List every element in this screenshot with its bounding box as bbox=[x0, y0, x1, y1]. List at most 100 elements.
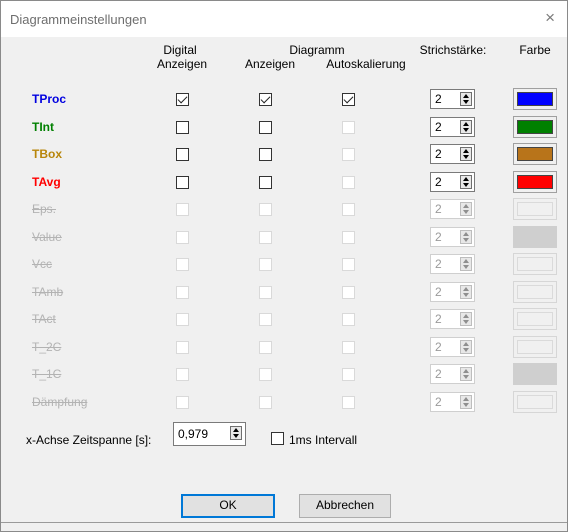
autoskalierung-checkbox[interactable] bbox=[342, 313, 355, 326]
color-swatch-button[interactable] bbox=[513, 308, 557, 330]
diagramm-anzeigen-checkbox[interactable] bbox=[259, 120, 272, 134]
spin-updown-icon[interactable] bbox=[460, 174, 472, 189]
digital-anzeigen-checkbox[interactable] bbox=[176, 93, 189, 106]
line-width-value[interactable]: 2 bbox=[435, 367, 442, 381]
autoskalierung-checkbox[interactable] bbox=[342, 203, 355, 216]
spin-updown-icon[interactable] bbox=[460, 119, 472, 134]
color-swatch-button[interactable] bbox=[513, 170, 557, 193]
digital-anzeigen-checkbox[interactable] bbox=[176, 203, 189, 216]
spin-updown-icon[interactable] bbox=[460, 284, 472, 299]
interval-1ms-checkbox[interactable] bbox=[271, 432, 284, 445]
line-width-stepper[interactable]: 2 bbox=[430, 281, 475, 302]
line-width-stepper[interactable]: 2 bbox=[430, 144, 475, 164]
spin-updown-icon[interactable] bbox=[230, 426, 242, 440]
color-swatch-button[interactable] bbox=[513, 363, 557, 385]
diagramm-anzeigen-checkbox[interactable] bbox=[259, 285, 272, 299]
spin-updown-icon[interactable] bbox=[460, 339, 472, 354]
zeitspanne-value[interactable]: 0,979 bbox=[178, 427, 208, 441]
zeitspanne-stepper[interactable]: 0,979 bbox=[173, 422, 246, 446]
autoskalierung-checkbox[interactable] bbox=[342, 230, 355, 244]
color-swatch-button[interactable] bbox=[513, 335, 557, 358]
line-width-value[interactable]: 2 bbox=[435, 285, 442, 299]
line-width-stepper[interactable]: 2 bbox=[430, 89, 475, 109]
diagramm-anzeigen-checkbox[interactable] bbox=[259, 368, 272, 381]
digital-anzeigen-checkbox[interactable] bbox=[176, 258, 189, 271]
color-swatch-button[interactable] bbox=[513, 225, 557, 248]
dialog-title: Diagrammeinstellungen bbox=[10, 12, 147, 27]
line-width-value[interactable]: 2 bbox=[435, 92, 442, 106]
line-width-value[interactable]: 2 bbox=[435, 395, 442, 409]
row-label: T_2C bbox=[32, 339, 62, 354]
autoskalierung-checkbox[interactable] bbox=[342, 120, 355, 134]
spin-updown-icon[interactable] bbox=[460, 257, 472, 271]
diagramm-anzeigen-checkbox[interactable] bbox=[259, 313, 272, 326]
line-width-stepper[interactable]: 2 bbox=[430, 171, 475, 192]
color-swatch-button[interactable] bbox=[513, 143, 557, 165]
spin-updown-icon[interactable] bbox=[460, 92, 472, 106]
autoskalierung-checkbox[interactable] bbox=[342, 175, 355, 189]
autoskalierung-checkbox[interactable] bbox=[342, 93, 355, 106]
color-swatch-button[interactable] bbox=[513, 390, 557, 413]
line-width-stepper[interactable]: 2 bbox=[430, 116, 475, 137]
diagramm-anzeigen-checkbox[interactable] bbox=[259, 230, 272, 244]
autoskalierung-checkbox[interactable] bbox=[342, 258, 355, 271]
spin-updown-icon[interactable] bbox=[460, 147, 472, 161]
diagramm-anzeigen-checkbox[interactable] bbox=[259, 93, 272, 106]
autoskalierung-checkbox[interactable] bbox=[342, 340, 355, 354]
autoskalierung-checkbox[interactable] bbox=[342, 285, 355, 299]
diagramm-anzeigen-checkbox[interactable] bbox=[259, 340, 272, 354]
autoskalierung-checkbox[interactable] bbox=[342, 148, 355, 161]
color-swatch-fill bbox=[517, 119, 553, 134]
settings-dialog: Diagrammeinstellungen × Digital Anzeigen… bbox=[0, 0, 568, 532]
line-width-stepper[interactable]: 2 bbox=[430, 199, 475, 219]
spin-updown-icon[interactable] bbox=[460, 202, 472, 216]
color-swatch-button[interactable] bbox=[513, 115, 557, 138]
line-width-stepper[interactable]: 2 bbox=[430, 336, 475, 357]
diagramm-anzeigen-checkbox[interactable] bbox=[259, 203, 272, 216]
interval-1ms-label: 1ms Intervall bbox=[289, 433, 358, 447]
digital-anzeigen-checkbox[interactable] bbox=[176, 313, 189, 326]
line-width-value[interactable]: 2 bbox=[435, 120, 442, 134]
line-width-value[interactable]: 2 bbox=[435, 202, 442, 216]
spin-updown-icon[interactable] bbox=[460, 367, 472, 381]
digital-anzeigen-checkbox[interactable] bbox=[176, 285, 189, 299]
autoskalierung-checkbox[interactable] bbox=[342, 395, 355, 409]
digital-anzeigen-checkbox[interactable] bbox=[176, 230, 189, 244]
digital-anzeigen-checkbox[interactable] bbox=[176, 368, 189, 381]
title-bar: Diagrammeinstellungen × bbox=[1, 1, 567, 37]
digital-anzeigen-checkbox[interactable] bbox=[176, 120, 189, 134]
close-icon[interactable]: × bbox=[545, 8, 555, 28]
line-width-stepper[interactable]: 2 bbox=[430, 309, 475, 329]
line-width-stepper[interactable]: 2 bbox=[430, 254, 475, 274]
spin-updown-icon[interactable] bbox=[460, 229, 472, 244]
digital-anzeigen-checkbox[interactable] bbox=[176, 395, 189, 409]
line-width-value[interactable]: 2 bbox=[435, 175, 442, 189]
ok-button[interactable]: OK bbox=[181, 494, 275, 518]
line-width-stepper[interactable]: 2 bbox=[430, 391, 475, 412]
line-width-stepper[interactable]: 2 bbox=[430, 226, 475, 247]
color-swatch-button[interactable] bbox=[513, 198, 557, 220]
diagramm-anzeigen-checkbox[interactable] bbox=[259, 148, 272, 161]
color-swatch-fill bbox=[517, 312, 553, 326]
line-width-value[interactable]: 2 bbox=[435, 257, 442, 271]
digital-anzeigen-checkbox[interactable] bbox=[176, 340, 189, 354]
spin-updown-icon[interactable] bbox=[460, 394, 472, 409]
line-width-value[interactable]: 2 bbox=[435, 147, 442, 161]
diagramm-anzeigen-checkbox[interactable] bbox=[259, 175, 272, 189]
line-width-value[interactable]: 2 bbox=[435, 340, 442, 354]
color-swatch-button[interactable] bbox=[513, 253, 557, 275]
cancel-button[interactable]: Abbrechen bbox=[299, 494, 391, 518]
color-swatch-button[interactable] bbox=[513, 88, 557, 110]
autoskalierung-checkbox[interactable] bbox=[342, 368, 355, 381]
row-label: Value bbox=[32, 229, 62, 244]
diagramm-anzeigen-checkbox[interactable] bbox=[259, 395, 272, 409]
digital-anzeigen-checkbox[interactable] bbox=[176, 148, 189, 161]
color-swatch-fill bbox=[517, 284, 553, 299]
line-width-value[interactable]: 2 bbox=[435, 230, 442, 244]
digital-anzeigen-checkbox[interactable] bbox=[176, 175, 189, 189]
color-swatch-button[interactable] bbox=[513, 280, 557, 303]
line-width-stepper[interactable]: 2 bbox=[430, 364, 475, 384]
diagramm-anzeigen-checkbox[interactable] bbox=[259, 258, 272, 271]
line-width-value[interactable]: 2 bbox=[435, 312, 442, 326]
spin-updown-icon[interactable] bbox=[460, 312, 472, 326]
